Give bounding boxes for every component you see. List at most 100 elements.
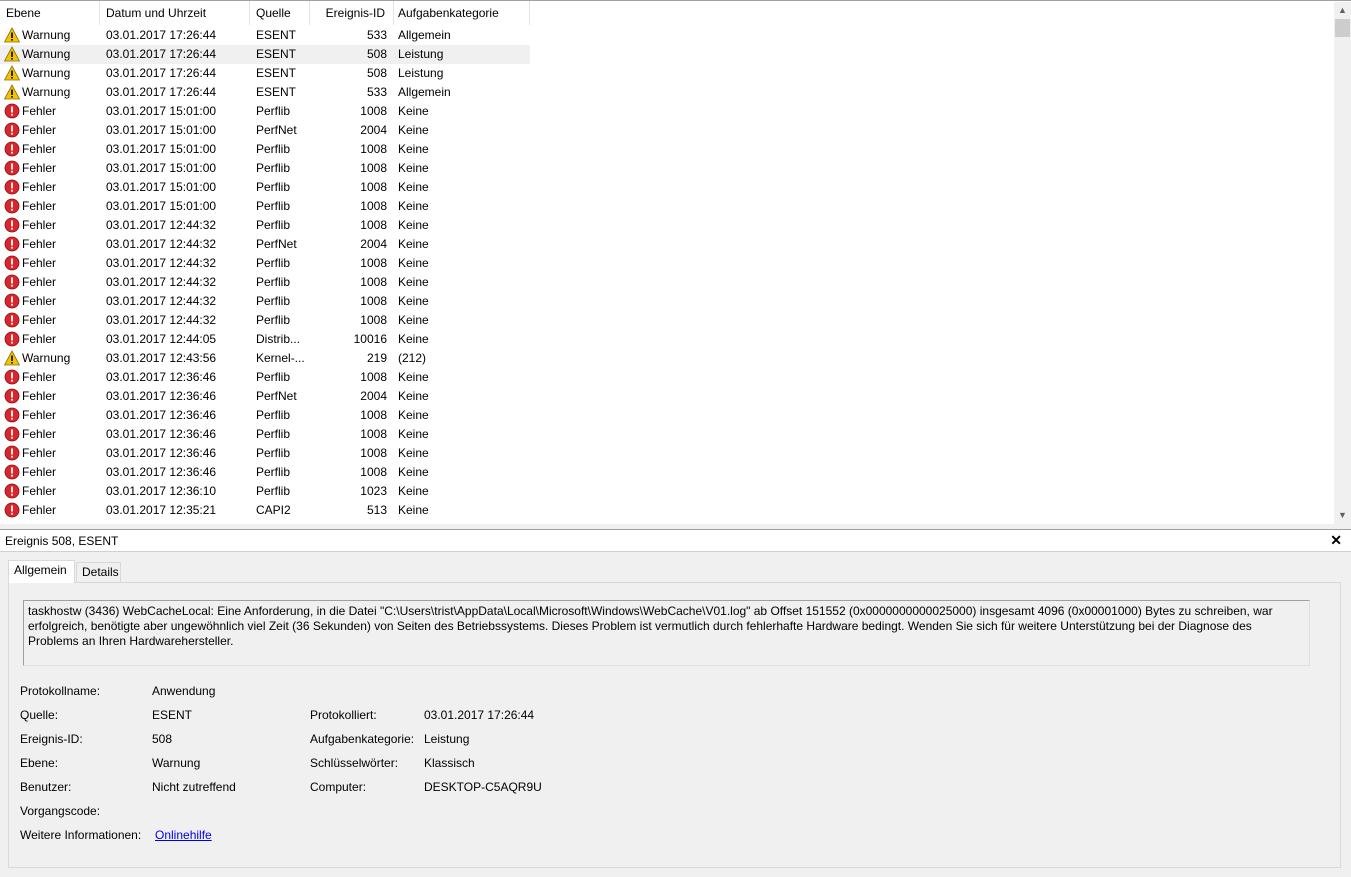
- table-row[interactable]: Fehler 03.01.2017 12:36:46 Perflib 1008 Kein…: [0, 425, 530, 444]
- table-row[interactable]: Fehler 03.01.2017 12:36:46 Perflib 1008 Kein…: [0, 463, 530, 482]
- detail-title: Ereignis 508, ESENT: [5, 534, 119, 548]
- table-row[interactable]: Warnung 03.01.2017 17:26:44 ESENT 533 Allgem…: [0, 83, 530, 102]
- column-header-source[interactable]: Quelle: [250, 1, 310, 25]
- column-header-date[interactable]: Datum und Uhrzeit: [100, 1, 250, 25]
- tab-details[interactable]: Details: [76, 562, 121, 582]
- tab-allgemein[interactable]: Allgemein: [8, 560, 75, 583]
- level-text: Fehler: [22, 123, 57, 137]
- table-row[interactable]: Fehler 03.01.2017 12:44:32 Perflib 1008 Kein…: [0, 216, 530, 235]
- source-cell: Perflib: [256, 408, 291, 422]
- user-value: Nicht zutreffend: [152, 780, 236, 794]
- table-row[interactable]: Fehler 03.01.2017 12:36:10 Perflib 1023 Kein…: [0, 482, 530, 501]
- date-cell: 03.01.2017 12:43:56: [106, 351, 217, 365]
- event-id-cell: 1008: [360, 161, 387, 175]
- category-cell: Keine: [398, 123, 429, 137]
- category-cell: Keine: [398, 294, 429, 308]
- level-cell: Fehler: [4, 121, 98, 140]
- table-row[interactable]: Fehler 03.01.2017 12:36:46 Perflib 1008 Kein…: [0, 406, 530, 425]
- vertical-scrollbar[interactable]: ▲ ▼: [1334, 2, 1351, 524]
- source-label: Quelle:: [20, 708, 59, 722]
- level-text: Fehler: [22, 199, 57, 213]
- level-cell: Fehler: [4, 425, 98, 444]
- event-id-cell: 508: [366, 47, 387, 61]
- table-row[interactable]: Fehler 03.01.2017 15:01:00 Perflib 1008 Kein…: [0, 102, 530, 121]
- level-text: Fehler: [22, 465, 57, 479]
- category-cell: Keine: [398, 389, 429, 403]
- event-id-cell: 1008: [360, 104, 387, 118]
- date-cell: 03.01.2017 12:44:32: [106, 294, 217, 308]
- column-header-category[interactable]: Aufgabenkategorie: [392, 1, 530, 25]
- scroll-thumb[interactable]: [1335, 19, 1350, 37]
- date-cell: 03.01.2017 12:36:46: [106, 389, 217, 403]
- level-value: Warnung: [152, 756, 201, 770]
- date-cell: 03.01.2017 17:26:44: [106, 66, 217, 80]
- table-row[interactable]: Fehler 03.01.2017 15:01:00 Perflib 1008 Kein…: [0, 197, 530, 216]
- date-cell: 03.01.2017 12:44:32: [106, 313, 217, 327]
- warning-icon: [4, 83, 21, 100]
- column-header-level[interactable]: Ebene: [0, 1, 100, 25]
- event-id-cell: 1008: [360, 180, 387, 194]
- date-cell: 03.01.2017 12:44:32: [106, 275, 217, 289]
- level-text: Fehler: [22, 408, 57, 422]
- date-cell: 03.01.2017 15:01:00: [106, 142, 217, 156]
- logged-value: 03.01.2017 17:26:44: [424, 708, 535, 722]
- column-header-row: Ebene Datum und Uhrzeit Quelle Ereignis-…: [0, 1, 530, 25]
- level-text: Fehler: [22, 180, 57, 194]
- level-text: Fehler: [22, 161, 57, 175]
- table-row[interactable]: Fehler 03.01.2017 15:01:00 Perflib 1008 Kein…: [0, 178, 530, 197]
- date-cell: 03.01.2017 12:36:46: [106, 408, 217, 422]
- source-cell: ESENT: [256, 28, 297, 42]
- table-row[interactable]: Fehler 03.01.2017 15:01:00 PerfNet 2004 Kein…: [0, 121, 530, 140]
- close-icon[interactable]: ✕: [1330, 532, 1342, 549]
- category-cell: Keine: [398, 104, 429, 118]
- warning-icon: [4, 349, 21, 366]
- table-row[interactable]: Fehler 03.01.2017 12:44:32 Perflib 1008 Kein…: [0, 273, 530, 292]
- level-cell: Fehler: [4, 387, 98, 406]
- source-cell: Perflib: [256, 446, 291, 460]
- error-icon: [4, 179, 20, 195]
- table-row[interactable]: Fehler 03.01.2017 12:36:46 Perflib 1008 Kein…: [0, 444, 530, 463]
- column-header-event-id[interactable]: Ereignis-ID: [310, 1, 394, 25]
- source-cell: Kernel-...: [256, 351, 305, 365]
- event-id-cell: 1008: [360, 256, 387, 270]
- table-row[interactable]: Warnung 03.01.2017 12:43:56 Kernel-... 219 (…: [0, 349, 530, 368]
- online-help-link[interactable]: Onlinehilfe: [155, 828, 212, 842]
- event-id-cell: 1008: [360, 218, 387, 232]
- table-row[interactable]: Fehler 03.01.2017 15:01:00 Perflib 1008 Kein…: [0, 140, 530, 159]
- scroll-down-icon[interactable]: ▼: [1334, 507, 1351, 524]
- table-row[interactable]: Fehler 03.01.2017 12:36:46 PerfNet 2004 Kein…: [0, 387, 530, 406]
- date-cell: 03.01.2017 15:01:00: [106, 123, 217, 137]
- category-cell: Keine: [398, 408, 429, 422]
- table-row[interactable]: Fehler 03.01.2017 12:44:05 Distrib... 10016…: [0, 330, 530, 349]
- event-description[interactable]: taskhostw (3436) WebCacheLocal: Eine Anf…: [23, 600, 1310, 666]
- error-icon: [4, 141, 20, 157]
- event-id-cell: 1023: [360, 484, 387, 498]
- category-cell: Keine: [398, 484, 429, 498]
- user-label: Benutzer:: [20, 780, 72, 794]
- table-row[interactable]: Fehler 03.01.2017 12:44:32 PerfNet 2004 Kein…: [0, 235, 530, 254]
- table-row[interactable]: Fehler 03.01.2017 15:01:00 Perflib 1008 Kein…: [0, 159, 530, 178]
- table-row[interactable]: Warnung 03.01.2017 17:26:44 ESENT 533 Allgem…: [0, 26, 530, 45]
- table-row[interactable]: Fehler 03.01.2017 12:44:32 Perflib 1008 Kein…: [0, 311, 530, 330]
- date-cell: 03.01.2017 12:36:10: [106, 484, 217, 498]
- warning-icon: [4, 45, 21, 62]
- table-row[interactable]: Warnung 03.01.2017 17:26:44 ESENT 508 Leistu…: [0, 45, 530, 64]
- level-cell: Fehler: [4, 311, 98, 330]
- table-row[interactable]: Fehler 03.01.2017 12:36:46 Perflib 1008 Kein…: [0, 368, 530, 387]
- category-cell: Keine: [398, 370, 429, 384]
- level-cell: Fehler: [4, 482, 98, 501]
- log-name-value: Anwendung: [152, 684, 216, 698]
- level-text: Fehler: [22, 389, 57, 403]
- scroll-up-icon[interactable]: ▲: [1334, 2, 1351, 19]
- level-cell: Warnung: [4, 64, 98, 83]
- error-icon: [4, 198, 20, 214]
- table-row[interactable]: Fehler 03.01.2017 12:44:32 Perflib 1008 Kein…: [0, 254, 530, 273]
- source-cell: CAPI2: [256, 503, 291, 517]
- task-category-value: Leistung: [424, 732, 470, 746]
- table-row[interactable]: Fehler 03.01.2017 12:44:32 Perflib 1008 Kein…: [0, 292, 530, 311]
- date-cell: 03.01.2017 12:36:46: [106, 427, 217, 441]
- table-row[interactable]: Warnung 03.01.2017 17:26:44 ESENT 508 Leistu…: [0, 64, 530, 83]
- date-cell: 03.01.2017 15:01:00: [106, 161, 217, 175]
- table-row[interactable]: Fehler 03.01.2017 12:35:21 CAPI2 513 Keine: [0, 501, 530, 520]
- error-icon: [4, 217, 20, 233]
